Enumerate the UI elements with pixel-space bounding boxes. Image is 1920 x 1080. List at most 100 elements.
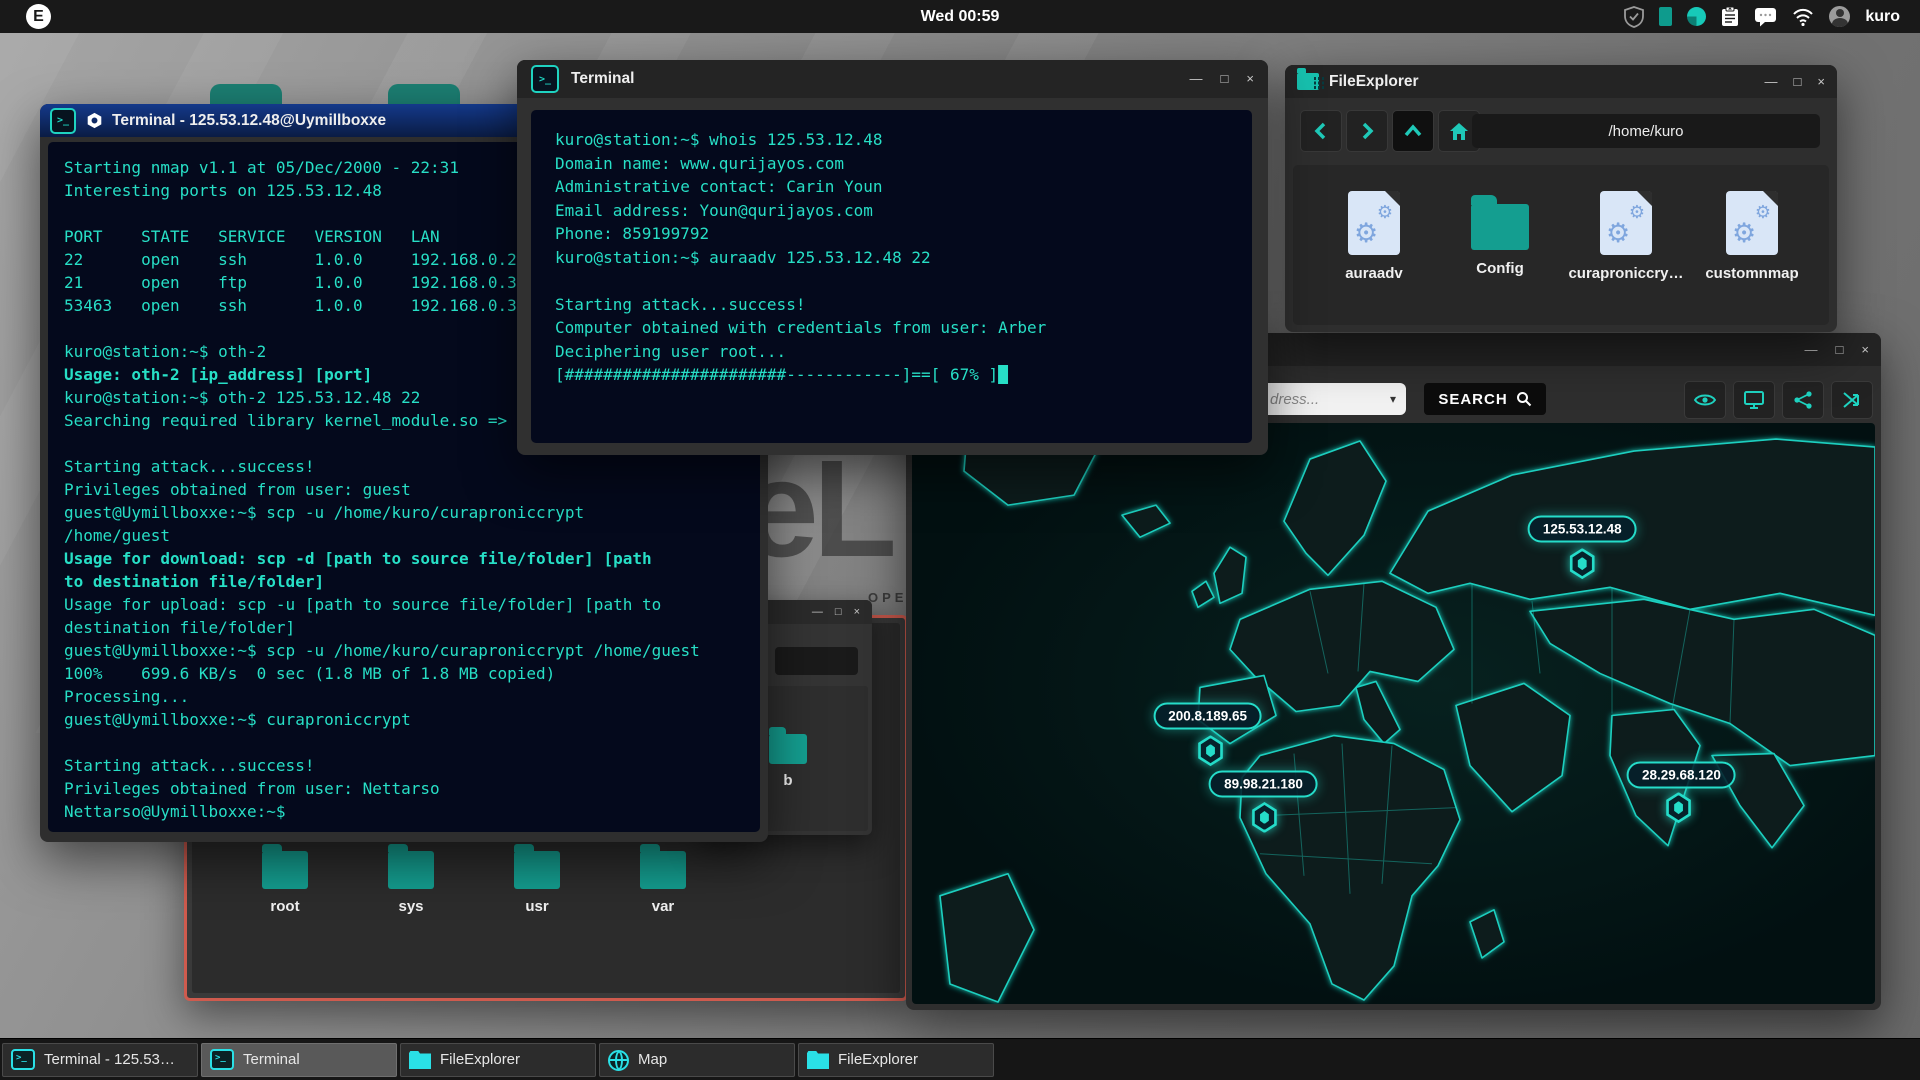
terminal-line: Starting attack...success! bbox=[555, 293, 1228, 317]
file-item[interactable]: ⚙ ⚙ auraadv bbox=[1311, 191, 1437, 282]
forward-button[interactable] bbox=[1346, 110, 1388, 152]
chevron-left-icon bbox=[1313, 122, 1329, 140]
taskbar-item[interactable]: Map bbox=[599, 1043, 795, 1077]
terminal-line: Domain name: www.qurijayos.com bbox=[555, 152, 1228, 176]
terminal-line: guest@Uymillboxxe:~$ scp -u /home/kuro/c… bbox=[64, 501, 744, 524]
close-button[interactable]: × bbox=[1861, 342, 1869, 357]
taskbar-item[interactable]: FileExplorer bbox=[400, 1043, 596, 1077]
folder-item[interactable]: b bbox=[769, 734, 807, 789]
taskbar-item-icon bbox=[11, 1049, 35, 1070]
world-map-area[interactable]: 125.53.12.48 200.8.189.65 89.98. bbox=[912, 423, 1875, 1004]
taskbar-item-icon bbox=[210, 1049, 234, 1070]
terminal-line: [#######################------------]==[… bbox=[555, 363, 1228, 387]
folder-label: root bbox=[270, 898, 299, 915]
map-pin-node[interactable] bbox=[1197, 735, 1225, 766]
map-pin-label[interactable]: 200.8.189.65 bbox=[1153, 703, 1262, 730]
minimize-button[interactable]: — bbox=[1765, 74, 1778, 89]
close-button[interactable]: × bbox=[1817, 74, 1825, 89]
chat-icon[interactable] bbox=[1754, 7, 1777, 27]
terminal-line bbox=[555, 269, 1228, 293]
minimize-button[interactable]: — bbox=[812, 606, 823, 618]
terminal-line: Computer obtained with credentials from … bbox=[555, 316, 1228, 340]
terminal-line: Privileges obtained from user: Nettarso bbox=[64, 777, 744, 800]
maximize-button[interactable]: □ bbox=[1836, 342, 1844, 357]
folder-item[interactable]: root bbox=[222, 851, 348, 915]
maximize-button[interactable]: □ bbox=[1794, 74, 1802, 89]
terminal-line: Starting attack...success! bbox=[64, 754, 744, 777]
world-map bbox=[912, 423, 1875, 1004]
terminal-line: Starting attack...success! bbox=[64, 455, 744, 478]
eye-icon bbox=[1694, 392, 1716, 408]
minimize-button[interactable]: — bbox=[1190, 71, 1203, 86]
terminal-line: to destination file/folder] bbox=[64, 570, 744, 593]
taskbar-item-label: Terminal bbox=[243, 1051, 300, 1068]
map-pin-node[interactable] bbox=[1568, 548, 1596, 579]
close-button[interactable]: × bbox=[1246, 71, 1254, 86]
map-pin-label[interactable]: 89.98.21.180 bbox=[1209, 770, 1318, 797]
maximize-button[interactable]: □ bbox=[1221, 71, 1229, 86]
mini-explorer-path-field[interactable] bbox=[775, 647, 858, 675]
folder-icon bbox=[388, 851, 434, 889]
desktop: eL OPER root sys bbox=[0, 0, 1920, 1080]
map-pin-node[interactable] bbox=[1665, 792, 1693, 823]
gear-icon: ⚙ bbox=[1732, 220, 1756, 247]
window-title: Terminal - 125.53.12.48@Uymillboxxe bbox=[112, 112, 386, 130]
folder-label: sys bbox=[398, 898, 423, 915]
folder-icon bbox=[769, 734, 807, 764]
local-terminal-titlebar[interactable]: >_ Terminal — □ × bbox=[517, 60, 1268, 98]
terminal-line: Administrative contact: Carin Youn bbox=[555, 175, 1228, 199]
remote-desktop-button[interactable] bbox=[1733, 381, 1775, 419]
close-button[interactable]: × bbox=[854, 606, 860, 618]
back-button[interactable] bbox=[1300, 110, 1342, 152]
terminal-line bbox=[64, 731, 744, 754]
folder-item[interactable]: sys bbox=[348, 851, 474, 915]
clipboard-icon[interactable] bbox=[1721, 6, 1739, 27]
file-icon: ⚙ ⚙ bbox=[1600, 191, 1652, 255]
up-button[interactable] bbox=[1392, 110, 1434, 152]
gear-icon: ⚙ bbox=[1377, 204, 1393, 222]
search-address-input[interactable]: dress... ▾ bbox=[1252, 383, 1406, 415]
eye-button[interactable] bbox=[1684, 381, 1726, 419]
taskbar-item-icon bbox=[409, 1051, 431, 1069]
wifi-icon[interactable] bbox=[1792, 8, 1814, 26]
battery-icon[interactable] bbox=[1659, 7, 1672, 26]
chevron-right-icon bbox=[1359, 122, 1375, 140]
terminal-screen[interactable]: kuro@station:~$ whois 125.53.12.48 Domai… bbox=[531, 110, 1252, 443]
terminal-icon: >_ bbox=[531, 65, 559, 93]
terminal-line: Usage for download: scp -d [path to sour… bbox=[64, 547, 744, 570]
folder-item[interactable]: usr bbox=[474, 851, 600, 915]
file-explorer-titlebar[interactable]: FileExplorer — □ × bbox=[1285, 65, 1837, 98]
taskbar-item[interactable]: Terminal - 125.53… bbox=[2, 1043, 198, 1077]
shuffle-button[interactable] bbox=[1831, 381, 1873, 419]
folder-icon bbox=[262, 851, 308, 889]
file-item[interactable]: ⚙ ⚙ Config bbox=[1437, 191, 1563, 282]
taskbar-item[interactable]: Terminal bbox=[201, 1043, 397, 1077]
share-button[interactable] bbox=[1782, 381, 1824, 419]
map-pin-node[interactable] bbox=[1250, 802, 1278, 833]
folder-label: var bbox=[652, 898, 675, 915]
chevron-up-icon bbox=[1404, 124, 1422, 138]
path-field[interactable]: /home/kuro bbox=[1472, 114, 1820, 148]
minimize-button[interactable]: — bbox=[1805, 342, 1818, 357]
file-item[interactable]: ⚙ ⚙ curaproniccry… bbox=[1563, 191, 1689, 282]
map-pin-label[interactable]: 125.53.12.48 bbox=[1528, 516, 1637, 543]
user-avatar[interactable] bbox=[1829, 6, 1850, 27]
taskbar-item[interactable]: FileExplorer bbox=[798, 1043, 994, 1077]
gear-icon: ⚙ bbox=[1606, 220, 1630, 247]
file-label: curaproniccry… bbox=[1568, 265, 1683, 282]
search-button[interactable]: SEARCH bbox=[1424, 383, 1546, 415]
file-label: auraadv bbox=[1345, 265, 1403, 282]
terminal-line: Phone: 859199792 bbox=[555, 222, 1228, 246]
terminal-line: Nettarso@Uymillboxxe:~$ bbox=[64, 800, 744, 823]
file-item[interactable]: ⚙ ⚙ customnmap bbox=[1689, 191, 1815, 282]
file-explorer-toolbar: /home/kuro bbox=[1285, 105, 1837, 157]
resource-pie-icon[interactable] bbox=[1687, 7, 1706, 26]
shield-check-icon[interactable] bbox=[1624, 6, 1644, 28]
folder-item[interactable]: var bbox=[600, 851, 726, 915]
terminal-line: /home/guest bbox=[64, 524, 744, 547]
search-button-label: SEARCH bbox=[1438, 391, 1507, 408]
folder-icon bbox=[640, 851, 686, 889]
map-pin-label[interactable]: 28.29.68.120 bbox=[1627, 761, 1736, 788]
maximize-button[interactable]: □ bbox=[835, 606, 842, 618]
chevron-down-icon[interactable]: ▾ bbox=[1390, 392, 1396, 406]
